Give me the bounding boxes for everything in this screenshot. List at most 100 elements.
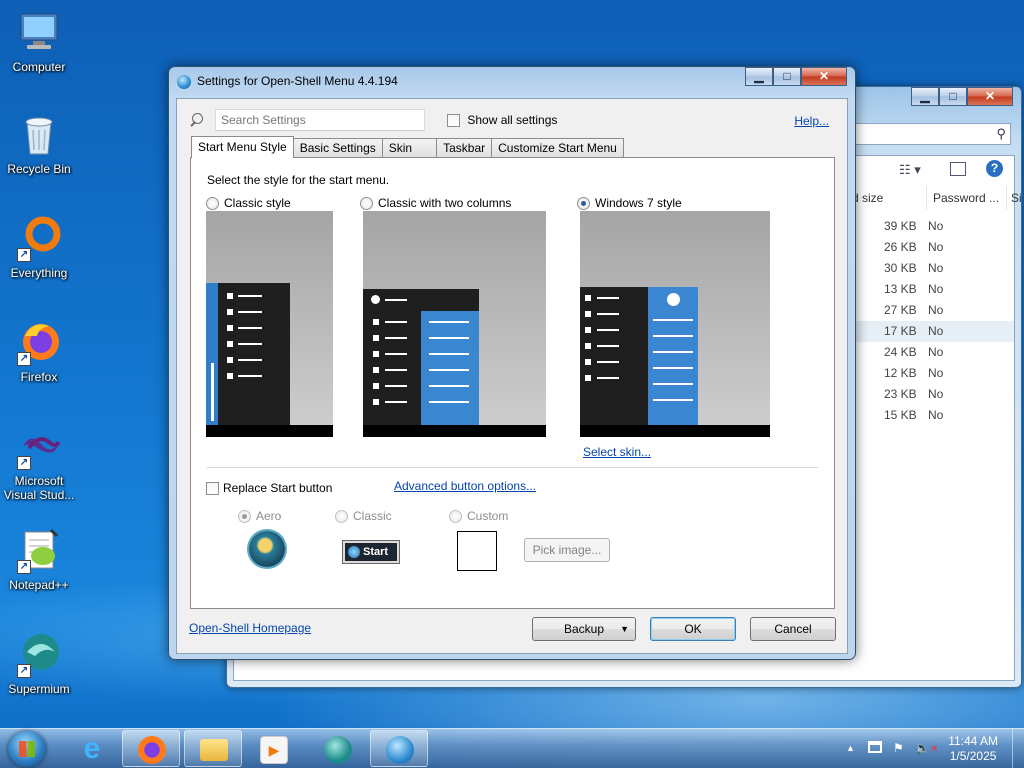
custom-button-preview — [457, 531, 497, 571]
desktop-icon-firefox[interactable]: ↗ Firefox — [2, 318, 76, 384]
tab-basic-settings[interactable]: Basic Settings — [292, 138, 383, 157]
tab-customize-start-menu[interactable]: Customize Start Menu — [491, 138, 624, 157]
taskbar-ie[interactable]: e — [62, 730, 120, 767]
show-desktop-button[interactable] — [1012, 729, 1024, 768]
file-size-cell: 39 KB — [884, 219, 917, 233]
replace-start-button-label: Replace Start button — [223, 481, 333, 495]
open-shell-homepage-link[interactable]: Open-Shell Homepage — [189, 621, 311, 635]
desktop-icon-everything[interactable]: ↗ Everything — [2, 214, 76, 280]
shortcut-arrow-icon: ↗ — [17, 664, 31, 678]
clock[interactable]: 11:44 AM 1/5/2025 — [948, 734, 998, 764]
desktop-icon-label: Supermium — [8, 682, 70, 696]
radio-windows-7-style[interactable]: Windows 7 style — [577, 196, 682, 211]
shortcut-arrow-icon: ↗ — [17, 456, 31, 470]
tab-taskbar[interactable]: Taskbar — [436, 138, 493, 157]
taskbar-supermium[interactable] — [308, 730, 366, 767]
backup-label: Backup — [563, 622, 605, 636]
supermium-icon — [324, 736, 352, 764]
desktop-icon-label: Computer — [12, 60, 66, 74]
radio-button[interactable] — [577, 197, 590, 211]
explorer-minimize-button[interactable]: ▁ — [911, 87, 939, 106]
advanced-button-options-link[interactable]: Advanced button options... — [394, 479, 536, 493]
help-icon[interactable]: ? — [986, 160, 1003, 177]
cancel-button[interactable]: Cancel — [750, 617, 836, 641]
dialog-minimize-button[interactable]: ▁ — [745, 67, 773, 86]
volume-muted-icon[interactable]: 🔈✕ — [915, 741, 938, 755]
start-button[interactable] — [8, 731, 46, 767]
dialog-maximize-button[interactable]: □ — [773, 67, 801, 86]
column-header-size[interactable]: d size — [852, 186, 883, 210]
radio-label: Aero — [256, 509, 282, 523]
desktop-icon-computer[interactable]: Computer — [2, 8, 76, 74]
preview-windows-7-style[interactable] — [580, 211, 770, 437]
desktop-icon-recycle-bin[interactable]: Recycle Bin — [2, 110, 76, 176]
search-settings-input[interactable] — [215, 109, 425, 131]
pick-image-button[interactable]: Pick image... — [524, 538, 610, 562]
desktop-icon-notepad-plus-plus[interactable]: ↗ Notepad++ — [2, 526, 76, 592]
password-cell: No — [928, 282, 944, 296]
explorer-search-box[interactable]: ⚲ — [831, 123, 1011, 145]
file-size-cell: 24 KB — [884, 345, 917, 359]
tab-start-menu-style[interactable]: Start Menu Style — [191, 136, 294, 158]
preview-classic-style[interactable] — [206, 211, 333, 437]
show-all-settings-checkbox[interactable]: Show all settings — [447, 113, 557, 128]
radio-button[interactable] — [449, 510, 462, 524]
replace-start-button-checkbox[interactable]: Replace Start button — [206, 481, 333, 496]
radio-classic-button[interactable]: Classic — [335, 509, 392, 524]
taskbar-open-shell-settings[interactable] — [370, 730, 428, 767]
checkbox-box[interactable] — [206, 482, 219, 496]
open-shell-icon — [177, 75, 191, 89]
dropdown-arrow-icon: ▼ — [620, 624, 629, 634]
explorer-window-controls: ▁ □ ✕ — [911, 87, 1013, 106]
password-cell: No — [928, 240, 944, 254]
radio-aero-button[interactable]: Aero — [238, 509, 282, 524]
shortcut-arrow-icon: ↗ — [17, 248, 31, 262]
radio-custom-button[interactable]: Custom — [449, 509, 508, 524]
shortcut-arrow-icon: ↗ — [17, 352, 31, 366]
taskbar-explorer[interactable] — [184, 730, 242, 767]
taskbar-firefox[interactable] — [122, 730, 180, 767]
settings-dialog[interactable]: Settings for Open-Shell Menu 4.4.194 ▁ □… — [168, 66, 856, 660]
taskbar-media-player[interactable]: ▶ — [244, 730, 302, 767]
desktop-icon-label: Notepad++ — [9, 578, 69, 592]
dialog-title: Settings for Open-Shell Menu 4.4.194 — [197, 74, 398, 88]
network-icon[interactable] — [868, 741, 882, 753]
show-hidden-icons-button[interactable]: ▲ — [846, 743, 855, 753]
preview-classic-two-columns[interactable] — [363, 211, 546, 437]
action-center-flag-icon[interactable]: ⚑ — [893, 741, 904, 755]
shortcut-arrow-icon: ↗ — [17, 560, 31, 574]
ok-button[interactable]: OK — [650, 617, 736, 641]
clock-date: 1/5/2025 — [949, 749, 997, 763]
select-skin-link[interactable]: Select skin... — [583, 445, 651, 459]
backup-button[interactable]: Backup ▼ — [532, 617, 636, 641]
view-options-icon[interactable]: ☷ ▾ — [899, 162, 921, 178]
radio-button[interactable] — [360, 197, 373, 211]
checkbox-box[interactable] — [447, 114, 460, 128]
explorer-close-button[interactable]: ✕ — [967, 87, 1013, 106]
radio-button[interactable] — [238, 510, 251, 524]
tab-skin[interactable]: Skin — [381, 138, 438, 157]
password-cell: No — [928, 387, 944, 401]
clock-time: 11:44 AM — [948, 734, 998, 748]
desktop-icon-visual-studio[interactable]: ↗ Microsoft Visual Stud... — [2, 422, 76, 502]
dialog-close-button[interactable]: ✕ — [801, 67, 847, 86]
file-size-cell: 26 KB — [884, 240, 917, 254]
firefox-icon: ↗ — [15, 318, 63, 366]
radio-classic-two-columns[interactable]: Classic with two columns — [360, 196, 512, 211]
desktop-icon-supermium[interactable]: ↗ Supermium — [2, 630, 76, 696]
file-size-cell: 30 KB — [884, 261, 917, 275]
firefox-icon — [138, 736, 166, 764]
classic-start-text: Start — [363, 546, 389, 558]
help-link[interactable]: Help... — [794, 114, 829, 128]
column-header-password[interactable]: Password ... — [926, 186, 999, 210]
radio-button[interactable] — [206, 197, 219, 211]
explorer-maximize-button[interactable]: □ — [939, 87, 967, 106]
column-header-si[interactable]: Si — [1006, 186, 1022, 210]
start-orb-icon — [348, 546, 360, 558]
radio-label: Classic with two columns — [378, 196, 512, 210]
radio-button[interactable] — [335, 510, 348, 524]
computer-icon — [15, 8, 63, 56]
tab-bar: Start Menu Style Basic Settings Skin Tas… — [191, 136, 624, 158]
preview-pane-icon[interactable] — [950, 162, 966, 176]
radio-classic-style[interactable]: Classic style — [206, 196, 291, 211]
